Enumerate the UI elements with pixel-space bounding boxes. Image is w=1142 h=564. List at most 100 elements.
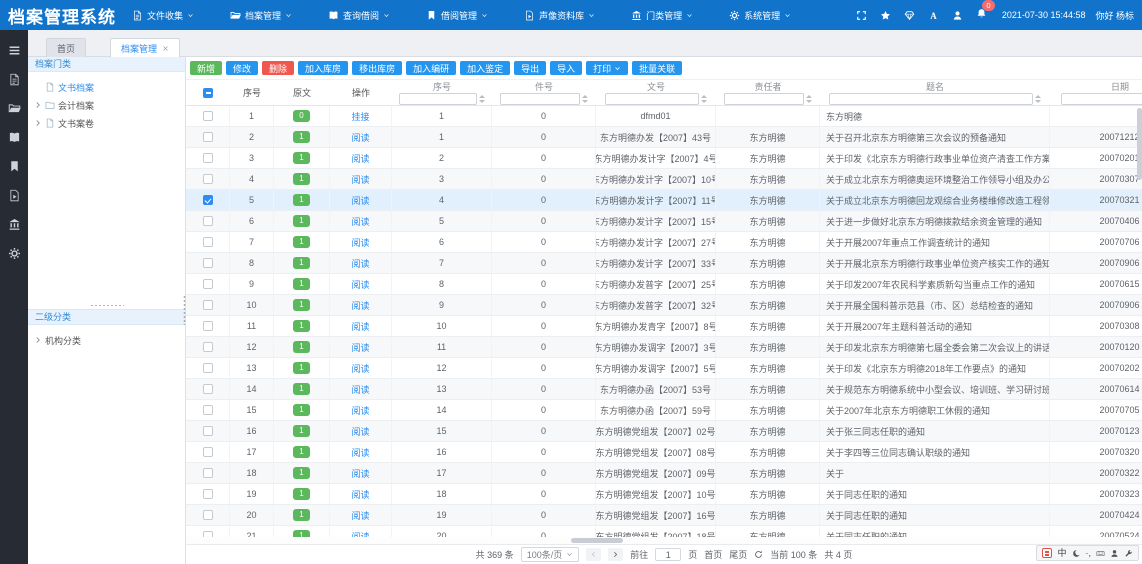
table-row[interactable]: 4 1 阅读 3 0 东方明德办发计字【2007】10号 东方明德 关于成立北京… xyxy=(186,169,1142,190)
row-checkbox[interactable] xyxy=(203,153,213,163)
rail-item[interactable] xyxy=(0,94,28,123)
row-checkbox[interactable] xyxy=(203,510,213,520)
toolbar-button[interactable]: 加入编研 xyxy=(406,61,456,75)
table-row[interactable]: 1 0 挂接 1 0 dfmd01 东方明德 xyxy=(186,106,1142,127)
tab[interactable]: 档案管理 xyxy=(110,38,180,57)
row-action-link[interactable]: 阅读 xyxy=(351,194,369,207)
row-checkbox[interactable] xyxy=(203,300,213,310)
number-spinner[interactable] xyxy=(701,95,708,103)
toolbar-button[interactable]: 修改 xyxy=(226,61,258,75)
next-page-button[interactable] xyxy=(608,548,623,561)
row-action-link[interactable]: 阅读 xyxy=(351,278,369,291)
table-row[interactable]: 12 1 阅读 11 0 东方明德办发调字【2007】3号 东方明德 关于印发北… xyxy=(186,337,1142,358)
row-checkbox[interactable] xyxy=(203,279,213,289)
table-row[interactable]: 7 1 阅读 6 0 东方明德办发计字【2007】27号 东方明德 关于开展20… xyxy=(186,232,1142,253)
row-checkbox[interactable] xyxy=(203,447,213,457)
number-spinner[interactable] xyxy=(582,95,589,103)
row-action-link[interactable]: 阅读 xyxy=(351,320,369,333)
row-action-link[interactable]: 阅读 xyxy=(351,404,369,417)
row-checkbox[interactable] xyxy=(203,321,213,331)
chevron-right-icon[interactable] xyxy=(34,119,42,127)
toolbar-button[interactable]: 新增 xyxy=(190,61,222,75)
table-row[interactable]: 20 1 阅读 19 0 东方明德党组发【2007】16号 东方明德 关于同志任… xyxy=(186,505,1142,526)
tree-item[interactable]: 文书档案 xyxy=(28,78,185,96)
toolbar-button[interactable]: 导入 xyxy=(550,61,582,75)
row-checkbox[interactable] xyxy=(203,468,213,478)
ime-language-toggle[interactable]: 中 xyxy=(1057,549,1066,558)
column-filter-input[interactable] xyxy=(1061,93,1142,105)
row-action-link[interactable]: 阅读 xyxy=(351,362,369,375)
row-action-link[interactable]: 阅读 xyxy=(351,299,369,312)
toolbar-button[interactable]: 移出库房 xyxy=(352,61,402,75)
fullwidth-toggle-icon[interactable] xyxy=(1072,549,1081,558)
table-row[interactable]: 3 1 阅读 2 0 东方明德办发计字【2007】4号 东方明德 关于印发《北京… xyxy=(186,148,1142,169)
table-row[interactable]: 13 1 阅读 12 0 东方明德办发调字【2007】5号 东方明德 关于印发《… xyxy=(186,358,1142,379)
row-checkbox[interactable] xyxy=(203,237,213,247)
toolbar-button[interactable]: 批量关联 xyxy=(632,61,682,75)
notifications[interactable]: 0 xyxy=(976,6,987,24)
column-filter-input[interactable] xyxy=(399,93,477,105)
number-spinner[interactable] xyxy=(806,95,813,103)
row-action-link[interactable]: 阅读 xyxy=(351,173,369,186)
number-spinner[interactable] xyxy=(1035,95,1042,103)
row-action-link[interactable]: 阅读 xyxy=(351,341,369,354)
row-action-link[interactable]: 阅读 xyxy=(351,509,369,522)
table-row[interactable]: 2 1 阅读 1 0 东方明德办发【2007】43号 东方明德 关于召开北京东方… xyxy=(186,127,1142,148)
rail-item[interactable] xyxy=(0,210,28,239)
nav-item[interactable]: 门类管理 xyxy=(631,9,693,22)
row-action-link[interactable]: 阅读 xyxy=(351,215,369,228)
row-checkbox[interactable] xyxy=(203,258,213,268)
row-action-link[interactable]: 挂接 xyxy=(351,110,369,123)
rail-item[interactable] xyxy=(0,152,28,181)
table-row[interactable]: 10 1 阅读 9 0 东方明德办发普字【2007】32号 东方明德 关于开展全… xyxy=(186,295,1142,316)
row-checkbox[interactable] xyxy=(203,195,213,205)
toolbar-button[interactable]: 删除 xyxy=(262,61,294,75)
table-row[interactable]: 16 1 阅读 15 0 东方明德党组发【2007】02号 东方明德 关于张三同… xyxy=(186,421,1142,442)
table-row[interactable]: 5 1 阅读 4 0 东方明德办发计字【2007】11号 东方明德 关于成立北京… xyxy=(186,190,1142,211)
tab[interactable]: 首页 xyxy=(46,38,86,57)
user-icon[interactable] xyxy=(952,10,963,21)
panel-resize-handle[interactable] xyxy=(28,301,185,310)
user-icon[interactable] xyxy=(1110,549,1119,558)
ime-logo-icon[interactable] xyxy=(1042,548,1052,558)
page-size-select[interactable]: 100条/页 xyxy=(521,547,580,562)
favorite-icon[interactable] xyxy=(880,10,891,21)
row-checkbox[interactable] xyxy=(203,342,213,352)
nav-item[interactable]: 借阅管理 xyxy=(426,9,488,22)
vertical-scrollbar[interactable] xyxy=(1136,106,1142,537)
rail-item[interactable] xyxy=(0,123,28,152)
number-spinner[interactable] xyxy=(479,95,486,103)
refresh-icon[interactable] xyxy=(754,550,763,559)
rail-item[interactable] xyxy=(0,65,28,94)
nav-item[interactable]: 查询借阅 xyxy=(328,9,390,22)
toolbar-button[interactable]: 加入鉴定 xyxy=(460,61,510,75)
row-checkbox[interactable] xyxy=(203,384,213,394)
nav-item[interactable]: 文件收集 xyxy=(132,9,194,22)
table-row[interactable]: 9 1 阅读 8 0 东方明德办发普字【2007】25号 东方明德 关于印发20… xyxy=(186,274,1142,295)
nav-item[interactable]: 系统管理 xyxy=(729,9,791,22)
row-checkbox[interactable] xyxy=(203,426,213,436)
row-action-link[interactable]: 阅读 xyxy=(351,530,369,538)
close-icon[interactable] xyxy=(162,45,169,52)
tree-item[interactable]: 会计档案 xyxy=(28,96,185,114)
rail-item[interactable] xyxy=(0,239,28,268)
row-checkbox[interactable] xyxy=(203,174,213,184)
chevron-right-icon[interactable] xyxy=(34,101,42,109)
table-row[interactable]: 19 1 阅读 18 0 东方明德党组发【2007】10号 东方明德 关于同志任… xyxy=(186,484,1142,505)
theme-icon[interactable] xyxy=(904,10,915,21)
prev-page-button[interactable] xyxy=(586,548,601,561)
row-action-link[interactable]: 阅读 xyxy=(351,446,369,459)
nav-item[interactable]: 档案管理 xyxy=(230,9,292,22)
row-action-link[interactable]: 阅读 xyxy=(351,152,369,165)
table-row[interactable]: 14 1 阅读 13 0 东方明德办函【2007】53号 东方明德 关于规范东方… xyxy=(186,379,1142,400)
row-action-link[interactable]: 阅读 xyxy=(351,383,369,396)
row-action-link[interactable]: 阅读 xyxy=(351,257,369,270)
table-row[interactable]: 8 1 阅读 7 0 东方明德办发计字【2007】33号 东方明德 关于开展北京… xyxy=(186,253,1142,274)
select-all-checkbox[interactable] xyxy=(203,88,213,98)
row-action-link[interactable]: 阅读 xyxy=(351,236,369,249)
font-size-icon[interactable]: A xyxy=(928,10,939,21)
row-checkbox[interactable] xyxy=(203,111,213,121)
horizontal-scrollbar-thumb[interactable] xyxy=(571,538,623,543)
nav-item[interactable]: 声像资料库 xyxy=(524,9,595,22)
row-action-link[interactable]: 阅读 xyxy=(351,488,369,501)
